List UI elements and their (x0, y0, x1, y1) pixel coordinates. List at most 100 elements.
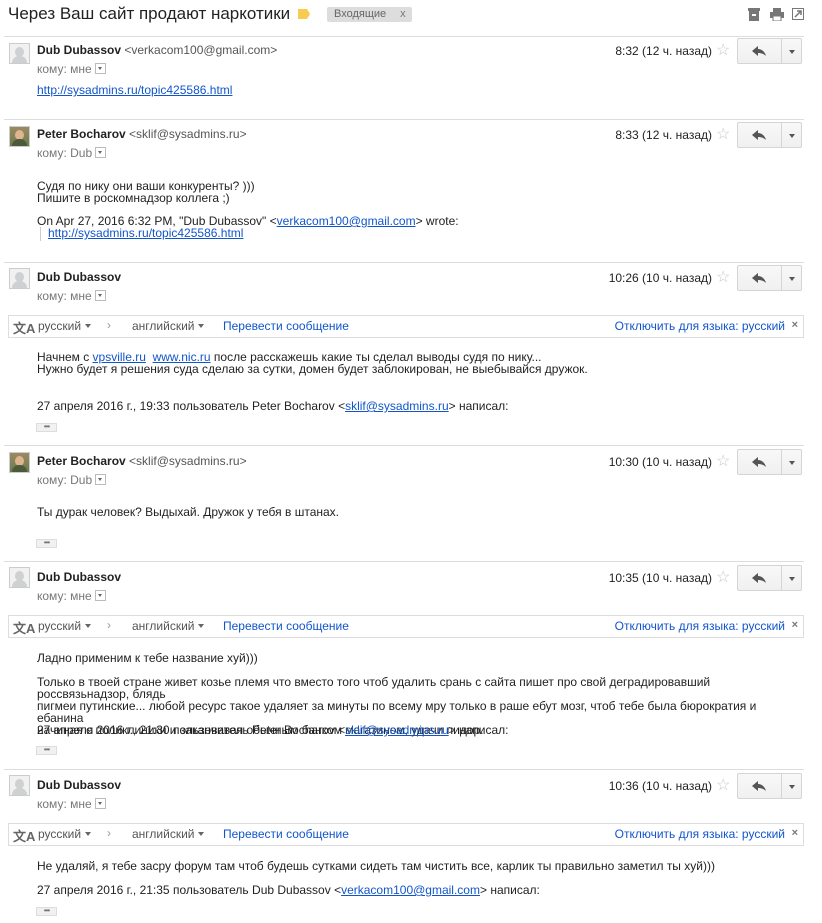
close-icon[interactable]: × (792, 827, 798, 839)
thread-header: Через Ваш сайт продают наркотики Входящи… (0, 0, 822, 34)
target-language-select[interactable]: английский (132, 319, 205, 333)
sender-name[interactable]: Dub Dubassov <verkacom100@gmail.com> (37, 43, 277, 57)
quote-attribution: 27 апреля 2016 г., 21:35 пользователь Du… (37, 884, 797, 896)
translate-message-link[interactable]: Перевести сообщение (223, 319, 349, 333)
sender-name-text: Peter Bocharov (37, 454, 126, 468)
target-language-select[interactable]: английский (132, 619, 205, 633)
message-time: 10:30 (10 ч. назад) (608, 455, 712, 469)
show-trimmed-content-button[interactable]: ••• (36, 539, 57, 548)
star-icon[interactable]: ☆ (716, 43, 730, 59)
target-language-label: английский (132, 319, 195, 333)
body-line: Не удаляй, я тебе засру форум там чтоб б… (37, 859, 715, 873)
disable-translation-link[interactable]: Отключить для языка: русский (615, 827, 785, 841)
reply-button[interactable] (737, 449, 782, 475)
translate-message-link[interactable]: Перевести сообщение (223, 827, 349, 841)
recipients[interactable]: кому: мне (37, 62, 106, 76)
message-divider (4, 769, 804, 770)
source-language-select[interactable]: русский (38, 619, 92, 633)
recipients[interactable]: кому: мне (37, 797, 106, 811)
star-icon[interactable]: ☆ (716, 127, 730, 143)
reply-button[interactable] (737, 265, 782, 291)
chevron-down-icon (198, 324, 205, 328)
show-trimmed-content-button[interactable]: ••• (36, 423, 57, 432)
quote-email-link[interactable]: sklif@sysadmins.ru (345, 399, 449, 413)
more-options-button[interactable] (781, 122, 802, 148)
details-dropdown-icon[interactable] (95, 147, 107, 158)
translation-bar: 文A русский › английский Перевести сообще… (8, 823, 804, 846)
more-options-button[interactable] (781, 565, 802, 591)
remove-label-icon[interactable]: x (400, 8, 406, 20)
close-icon[interactable]: × (792, 319, 798, 331)
more-options-button[interactable] (781, 265, 802, 291)
disable-translation-link[interactable]: Отключить для языка: русский (615, 319, 785, 333)
reply-button[interactable] (737, 38, 782, 64)
message-time: 10:35 (10 ч. назад) (608, 571, 712, 585)
details-dropdown-icon[interactable] (94, 290, 106, 301)
quoted-link[interactable]: http://sysadmins.ru/topic425586.html (48, 226, 243, 240)
recipients[interactable]: кому: Dub (37, 146, 107, 160)
recipients-text: кому: Dub (37, 473, 93, 487)
sender-name[interactable]: Peter Bocharov <sklif@sysadmins.ru> (37, 454, 247, 468)
reply-button-group (737, 773, 802, 799)
recipients[interactable]: кому: мне (37, 589, 106, 603)
more-options-button[interactable] (781, 773, 802, 799)
message-time: 10:36 (10 ч. назад) (608, 779, 712, 793)
disable-translation-link[interactable]: Отключить для языка: русский (615, 619, 785, 633)
more-options-button[interactable] (781, 38, 802, 64)
print-icon[interactable] (770, 8, 784, 21)
sender-name-text: Dub Dubassov (37, 43, 122, 57)
details-dropdown-icon[interactable] (94, 590, 106, 601)
details-dropdown-icon[interactable] (94, 63, 106, 74)
avatar (9, 567, 30, 588)
show-trimmed-content-button[interactable]: ••• (36, 907, 57, 916)
details-dropdown-icon[interactable] (94, 798, 106, 809)
reply-button[interactable] (737, 122, 782, 148)
archive-icon[interactable] (748, 8, 760, 21)
more-options-button[interactable] (781, 449, 802, 475)
translate-message-link[interactable]: Перевести сообщение (223, 619, 349, 633)
sender-name[interactable]: Peter Bocharov <sklif@sysadmins.ru> (37, 127, 247, 141)
quote-attribution: 27 апреля 2016 г., 21:30 пользователь Pe… (37, 724, 797, 736)
show-trimmed-content-button[interactable]: ••• (36, 746, 57, 755)
message-time: 8:32 (12 ч. назад) (615, 44, 712, 58)
star-icon[interactable]: ☆ (716, 270, 730, 286)
translation-bar: 文A русский › английский Перевести сообще… (8, 315, 804, 338)
message-link[interactable]: http://sysadmins.ru/topic425586.html (37, 83, 232, 97)
reply-button[interactable] (737, 565, 782, 591)
star-icon[interactable]: ☆ (716, 778, 730, 794)
chevron-down-icon (198, 624, 205, 628)
star-icon[interactable]: ☆ (716, 570, 730, 586)
recipients-text: кому: мне (37, 289, 92, 303)
chevron-down-icon (198, 832, 205, 836)
quoted-text: http://sysadmins.ru/topic425586.html (48, 227, 808, 239)
reply-button-group (737, 449, 802, 475)
quote-email-link[interactable]: sklif@sysadmins.ru (345, 723, 449, 737)
close-icon[interactable]: × (792, 619, 798, 631)
recipients[interactable]: кому: мне (37, 289, 106, 303)
sender-name[interactable]: Dub Dubassov (37, 778, 121, 792)
reply-button-group (737, 265, 802, 291)
new-window-icon[interactable] (792, 8, 804, 20)
chevron-down-icon (85, 324, 92, 328)
sender-name[interactable]: Dub Dubassov (37, 570, 121, 584)
importance-marker-icon[interactable] (298, 9, 310, 19)
star-icon[interactable]: ☆ (716, 454, 730, 470)
arrow-right-icon: › (107, 618, 111, 632)
quote-email-link[interactable]: verkacom100@gmail.com (341, 883, 480, 897)
target-language-label: английский (132, 619, 195, 633)
quote-email-link[interactable]: verkacom100@gmail.com (277, 214, 416, 228)
target-language-select[interactable]: английский (132, 827, 205, 841)
sender-name-text: Peter Bocharov (37, 127, 126, 141)
recipients[interactable]: кому: Dub (37, 473, 107, 487)
sender-email: <verkacom100@gmail.com> (124, 43, 278, 57)
avatar (9, 775, 30, 796)
avatar (9, 43, 30, 64)
quote-suffix: > написал: (448, 399, 509, 413)
inbox-label[interactable]: Входящие x (327, 7, 412, 22)
source-language-select[interactable]: русский (38, 827, 92, 841)
reply-button[interactable] (737, 773, 782, 799)
body-line: Ты дурак человек? Выдыхай. Дружок у тебя… (37, 505, 340, 519)
details-dropdown-icon[interactable] (95, 474, 107, 485)
source-language-select[interactable]: русский (38, 319, 92, 333)
sender-name[interactable]: Dub Dubassov (37, 270, 121, 284)
